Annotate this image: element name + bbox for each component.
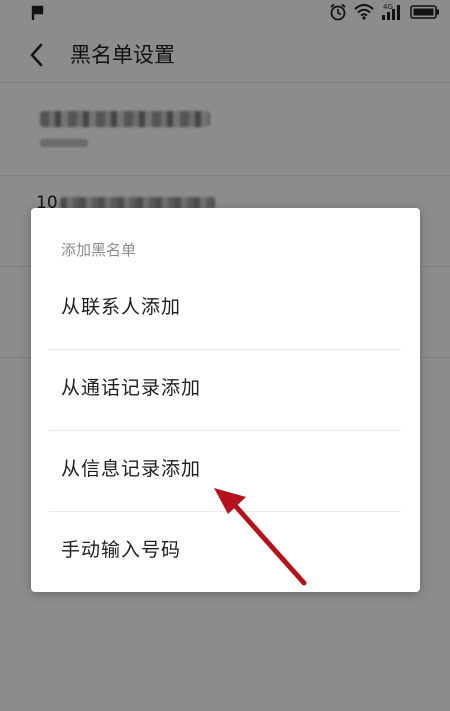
option-label: 从联系人添加 [61,296,182,318]
add-from-contacts-option[interactable]: 从联系人添加 [31,268,420,348]
option-label: 手动输入号码 [61,539,182,561]
option-label: 从通话记录添加 [61,377,202,399]
option-label: 从信息记录添加 [61,458,202,480]
add-blacklist-dialog: 添加黑名单 从联系人添加 从通话记录添加 从信息记录添加 手动输入号码 [31,208,420,592]
add-from-messages-option[interactable]: 从信息记录添加 [31,430,420,510]
blacklist-settings-screen: 4G 黑名单设置 10 添加黑名单 从联系人添加 从通话记录添加 从信息记录添加… [0,0,450,711]
add-from-call-log-option[interactable]: 从通话记录添加 [31,349,420,429]
manual-input-number-option[interactable]: 手动输入号码 [31,511,420,591]
dialog-title: 添加黑名单 [61,241,137,259]
